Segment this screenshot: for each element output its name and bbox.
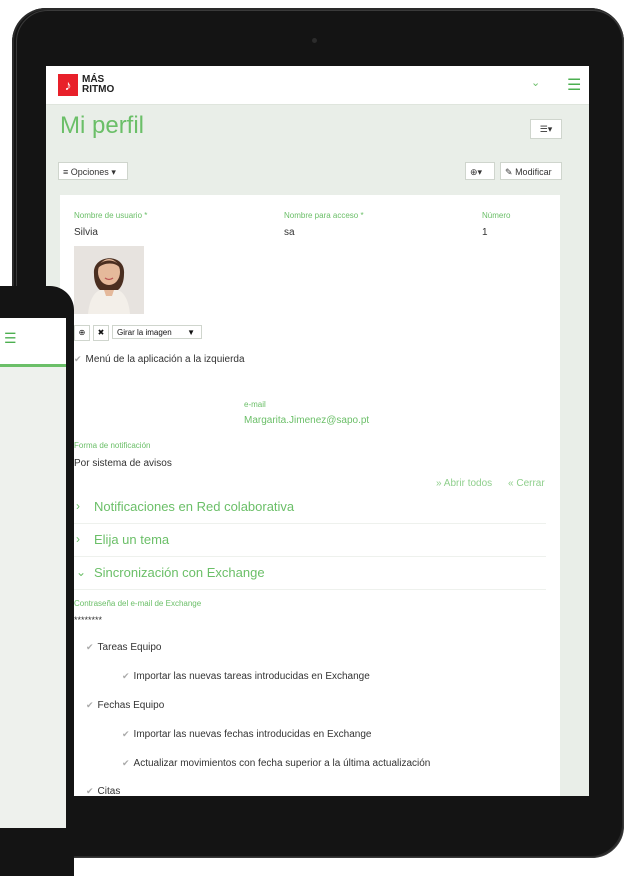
section-title: Notificaciones en Red colaborativa (94, 499, 295, 514)
number-label: Número (482, 211, 511, 220)
notification-value: Por sistema de avisos (74, 458, 172, 469)
username-value: Silvia (74, 227, 98, 238)
dates-team-checkbox[interactable]: ✔ Fechas Equipo (86, 700, 164, 711)
notification-label: Forma de notificación (74, 441, 151, 450)
exchange-password-label: Contraseña del e-mail de Exchange (74, 599, 202, 608)
access-name-value: sa (284, 227, 295, 238)
number-value: 1 (482, 227, 488, 238)
close-icon: ✖ (97, 328, 105, 337)
import-dates-label: Importar las nuevas fechas introducidas … (133, 729, 372, 740)
username-label: Nombre de usuario * (74, 211, 148, 220)
brand-line-2: RITMO (82, 84, 115, 95)
rotate-image-select[interactable]: Girar la imagen ▼ (112, 325, 202, 339)
chevron-right-icon: › (76, 499, 80, 513)
section-exchange[interactable]: ⌄ Sincronización con Exchange (74, 557, 546, 590)
modify-label: Modificar (515, 167, 552, 177)
import-tasks-checkbox[interactable]: ✔ Importar las nuevas tareas introducidas… (122, 671, 370, 682)
app-screen: ♪ MÁS RITMO ⌄ ☰ Mi perfil ☰▾ ≡ Opciones … (46, 66, 589, 796)
brand-logo[interactable]: MÁS RITMO (82, 75, 142, 95)
close-all-link[interactable]: « Cerrar (508, 478, 545, 489)
page-title: Mi perfil (60, 112, 145, 139)
chevron-down-icon[interactable]: ⌄ (531, 76, 540, 89)
list-view-icon: ☰▾ (539, 124, 553, 134)
music-note-icon: ♪ (58, 74, 78, 96)
rotate-image-label: Girar la imagen (117, 328, 172, 337)
appointments-checkbox[interactable]: ✔ Citas (86, 786, 120, 796)
check-icon: ✔ (122, 729, 130, 739)
check-icon: ✔ (86, 786, 94, 796)
dropdown-arrow-icon: ▼ (187, 328, 195, 337)
secondary-accent-bar (0, 364, 66, 367)
upload-image-button[interactable]: ⊕ (74, 325, 90, 341)
camera-dot (312, 38, 317, 43)
email-value[interactable]: Margarita.Jimenez@sapo.pt (244, 415, 369, 426)
hamburger-icon[interactable]: ☰ (567, 75, 581, 95)
delete-image-button[interactable]: ✖ (93, 325, 109, 341)
import-tasks-label: Importar las nuevas tareas introducidas … (133, 671, 370, 682)
add-menu-button[interactable]: ⊕▾ (465, 162, 495, 180)
open-all-link[interactable]: » Abrir todos (436, 478, 492, 489)
dates-team-label: Fechas Equipo (97, 700, 165, 711)
plus-circle-icon: ⊕▾ (470, 167, 483, 177)
hamburger-icon[interactable]: ☰ (4, 330, 17, 347)
caret-down-icon: ▾ (111, 167, 116, 177)
options-button[interactable]: ≡ Opciones ▾ (58, 162, 128, 180)
menu-left-label: Menú de la aplicación a la izquierda (85, 354, 245, 365)
avatar-portrait (74, 246, 144, 314)
section-title: Sincronización con Exchange (94, 565, 265, 580)
update-moves-checkbox[interactable]: ✔ Actualizar movimientos con fecha superi… (122, 758, 430, 769)
secondary-top-bar: ☰ (0, 318, 66, 364)
options-label: Opciones (70, 167, 109, 177)
section-notifications[interactable]: › Notificaciones en Red colaborativa (74, 491, 546, 524)
check-icon: ✔ (74, 354, 82, 364)
view-mode-button[interactable]: ☰▾ (530, 119, 562, 139)
chevron-right-icon: › (76, 532, 80, 546)
profile-card: Nombre de usuario * Silvia Nombre para a… (60, 195, 560, 796)
import-dates-checkbox[interactable]: ✔ Importar las nuevas fechas introducidas… (122, 729, 371, 740)
chevron-down-icon: ⌄ (76, 565, 87, 579)
update-moves-label: Actualizar movimientos con fecha superio… (133, 758, 431, 769)
check-icon: ✔ (122, 671, 130, 681)
section-title: Elija un tema (94, 532, 170, 547)
email-label: e-mail (244, 400, 266, 409)
list-icon: ≡ (63, 167, 69, 177)
menu-left-checkbox[interactable]: ✔ Menú de la aplicación a la izquierda (74, 354, 245, 365)
secondary-tablet-screen: ☰ (0, 318, 66, 828)
upload-icon: ⊕ (78, 328, 86, 337)
tasks-team-checkbox[interactable]: ✔ Tareas Equipo (86, 642, 161, 653)
avatar[interactable] (74, 246, 144, 314)
check-icon: ✔ (86, 642, 94, 652)
double-chevron-up-icon: « (508, 478, 514, 489)
open-all-label: Abrir todos (443, 478, 493, 489)
modify-button[interactable]: ✎ Modificar (500, 162, 562, 180)
appointments-label: Citas (97, 786, 121, 796)
check-icon: ✔ (86, 700, 94, 710)
tasks-team-label: Tareas Equipo (97, 642, 162, 653)
double-chevron-down-icon: » (436, 478, 442, 489)
check-icon: ✔ (122, 758, 130, 768)
exchange-password-value: ******** (74, 615, 103, 625)
close-all-label: Cerrar (516, 478, 545, 489)
access-name-label: Nombre para acceso * (284, 211, 364, 220)
edit-icon: ✎ (505, 167, 513, 177)
section-theme[interactable]: › Elija un tema (74, 524, 546, 557)
top-bar: ♪ MÁS RITMO ⌄ ☰ (46, 66, 589, 105)
